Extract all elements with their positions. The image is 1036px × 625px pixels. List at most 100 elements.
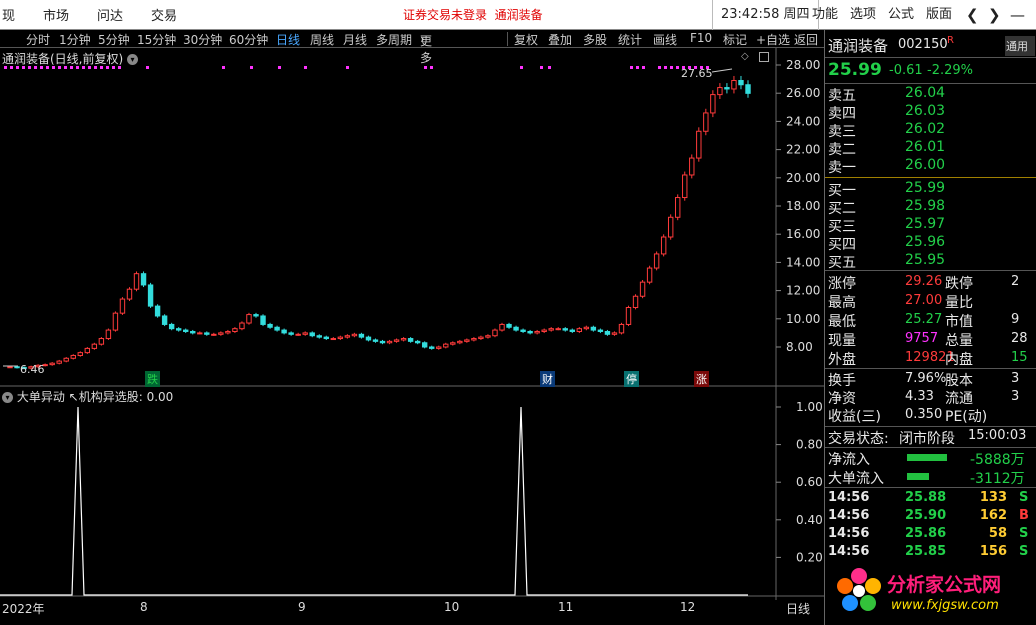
x-axis-label: 11 xyxy=(558,600,574,614)
event-label-suspend[interactable]: 停 xyxy=(624,371,639,387)
stat-value: 4.33 xyxy=(905,389,934,404)
window-toggle-icon[interactable] xyxy=(759,52,769,62)
tool-add-watchlist-button[interactable]: +自选 xyxy=(756,31,790,48)
indicator-title[interactable]: ▾ 大单异动 ↖机构异选股: 0.00 xyxy=(2,388,173,405)
menu-item-options[interactable]: 选项 xyxy=(850,0,876,30)
big-inflow-row: 大单流入 -3112万 xyxy=(825,468,1036,487)
period-tab-60min[interactable]: 60分钟 xyxy=(229,31,268,48)
candle-body xyxy=(295,333,301,336)
stat-value: 15 xyxy=(1011,350,1028,365)
menu-item-market[interactable]: 市场 xyxy=(29,5,83,24)
candle-body xyxy=(154,305,161,317)
candle-body xyxy=(597,329,604,332)
period-tab-15min[interactable]: 15分钟 xyxy=(137,31,176,48)
stock-name-link[interactable]: 通润装备 xyxy=(495,8,543,22)
bid-row[interactable]: 买四 25.96 xyxy=(825,234,1036,253)
candle-body xyxy=(660,236,667,255)
y-tick-label: 10.00 xyxy=(786,312,820,326)
chevron-down-icon[interactable]: ▾ xyxy=(127,54,139,65)
tool-back-button[interactable]: 返回 xyxy=(794,31,818,48)
chevron-down-icon[interactable]: ▾ xyxy=(2,392,13,403)
menu-item-trade[interactable]: 交易 xyxy=(137,5,191,24)
level-label: 买二 xyxy=(828,201,856,217)
event-label-rise[interactable]: 涨 xyxy=(694,371,709,387)
bid-row[interactable]: 买二 25.98 xyxy=(825,198,1036,217)
tool-draw-button[interactable]: 画线 xyxy=(653,31,677,48)
level-label: 买四 xyxy=(828,237,856,253)
period-tab-intraday[interactable]: 分时 xyxy=(26,31,50,48)
tool-overlay-button[interactable]: 叠加 xyxy=(548,31,572,48)
tick-row[interactable]: 14:56 25.85 156 S xyxy=(825,544,1036,563)
candle-body xyxy=(400,338,407,341)
candle-body xyxy=(7,366,13,369)
menu-item-function[interactable]: 功能 xyxy=(812,0,838,30)
period-tab-weekly[interactable]: 周线 xyxy=(310,31,334,48)
period-tab-1min[interactable]: 1分钟 xyxy=(59,31,91,48)
period-tab-5min[interactable]: 5分钟 xyxy=(98,31,130,48)
ask-row[interactable]: 卖二 26.01 xyxy=(825,139,1036,158)
signal-dot xyxy=(346,66,349,69)
tool-mark-button[interactable]: 标记 xyxy=(723,31,747,48)
tool-stats-button[interactable]: 统计 xyxy=(618,31,642,48)
menu-item-view[interactable]: 现 xyxy=(0,5,29,24)
candle-body xyxy=(703,112,709,132)
candle-body xyxy=(541,329,547,332)
ask-row[interactable]: 卖一 26.00 xyxy=(825,157,1036,176)
level-price: 25.97 xyxy=(905,216,946,232)
price-change: -0.61 xyxy=(889,63,923,78)
ask-row[interactable]: 卖三 26.02 xyxy=(825,121,1036,140)
candle-body xyxy=(618,323,625,334)
bid-row[interactable]: 买一 25.99 xyxy=(825,180,1036,199)
candle-body xyxy=(323,336,329,340)
login-notice[interactable]: 证券交易未登录 通润装备 xyxy=(403,6,543,23)
chart-canvas[interactable]: 28.00 26.00 24.00 22.00 20.00 18.00 16.00 14.00… xyxy=(0,48,824,600)
minimize-icon[interactable]: — xyxy=(1010,0,1025,30)
signal-dot xyxy=(304,66,307,69)
tick-volume: 133 xyxy=(979,490,1007,505)
main-chart-title[interactable]: 通润装备(日线,前复权) ▾ xyxy=(2,50,139,67)
tick-row[interactable]: 14:56 25.88 133 S xyxy=(825,490,1036,509)
candle-body xyxy=(682,174,688,199)
candle-body xyxy=(14,366,20,369)
tick-row[interactable]: 14:56 25.86 58 S xyxy=(825,526,1036,545)
ask-row[interactable]: 卖五 26.04 xyxy=(825,85,1036,104)
menu-item-layout[interactable]: 版面 xyxy=(926,0,952,30)
ask-row[interactable]: 卖四 26.03 xyxy=(825,103,1036,122)
forward-arrow-icon[interactable]: ❯ xyxy=(988,0,1001,30)
diamond-icon[interactable]: ◇ xyxy=(741,51,749,62)
stat-row: 最低 25.27 市值 9 xyxy=(825,311,1036,330)
tick-price: 25.85 xyxy=(905,544,947,559)
period-tab-30min[interactable]: 30分钟 xyxy=(183,31,222,48)
net-inflow-row: 净流入 -5888万 xyxy=(825,449,1036,468)
period-tab-multi[interactable]: 多周期 xyxy=(376,31,412,48)
event-label-fall[interactable]: 跌 xyxy=(145,371,160,387)
bid-row[interactable]: 买五 25.95 xyxy=(825,252,1036,271)
candle-body xyxy=(386,340,393,344)
tool-multistock-button[interactable]: 多股 xyxy=(583,31,607,48)
candle-body xyxy=(393,339,400,342)
signal-dot xyxy=(670,66,673,69)
event-label-finance[interactable]: 财 xyxy=(540,371,555,387)
candle-body xyxy=(133,273,140,290)
candle-body xyxy=(696,130,702,159)
big-inflow-label: 大单流入 xyxy=(828,471,884,487)
menu-item-wenda[interactable]: 问达 xyxy=(83,5,137,24)
chart-area[interactable]: 28.00 26.00 24.00 22.00 20.00 18.00 16.00 14.00… xyxy=(0,48,824,600)
period-tab-daily[interactable]: 日线 xyxy=(276,31,300,48)
level-label: 买三 xyxy=(828,219,856,235)
y-axis-indicator: 1.00 0.80 0.60 0.40 0.20 xyxy=(776,400,823,564)
tick-row[interactable]: 14:56 25.90 162 B xyxy=(825,508,1036,527)
level-label: 卖二 xyxy=(828,142,856,158)
menu-item-formula[interactable]: 公式 xyxy=(888,0,914,30)
candle-body xyxy=(436,346,442,349)
tab-common[interactable]: 通用 xyxy=(1005,36,1035,56)
bid-row[interactable]: 买三 25.97 xyxy=(825,216,1036,235)
tool-adjust-button[interactable]: 复权 xyxy=(514,31,538,48)
candle-body xyxy=(239,322,245,330)
period-tab-monthly[interactable]: 月线 xyxy=(343,31,367,48)
candle-body xyxy=(246,314,252,324)
candle-body xyxy=(372,339,379,342)
y-tick-label: 18.00 xyxy=(786,199,820,213)
back-arrow-icon[interactable]: ❮ xyxy=(966,0,979,30)
tool-f10-button[interactable]: F10 xyxy=(690,31,712,45)
